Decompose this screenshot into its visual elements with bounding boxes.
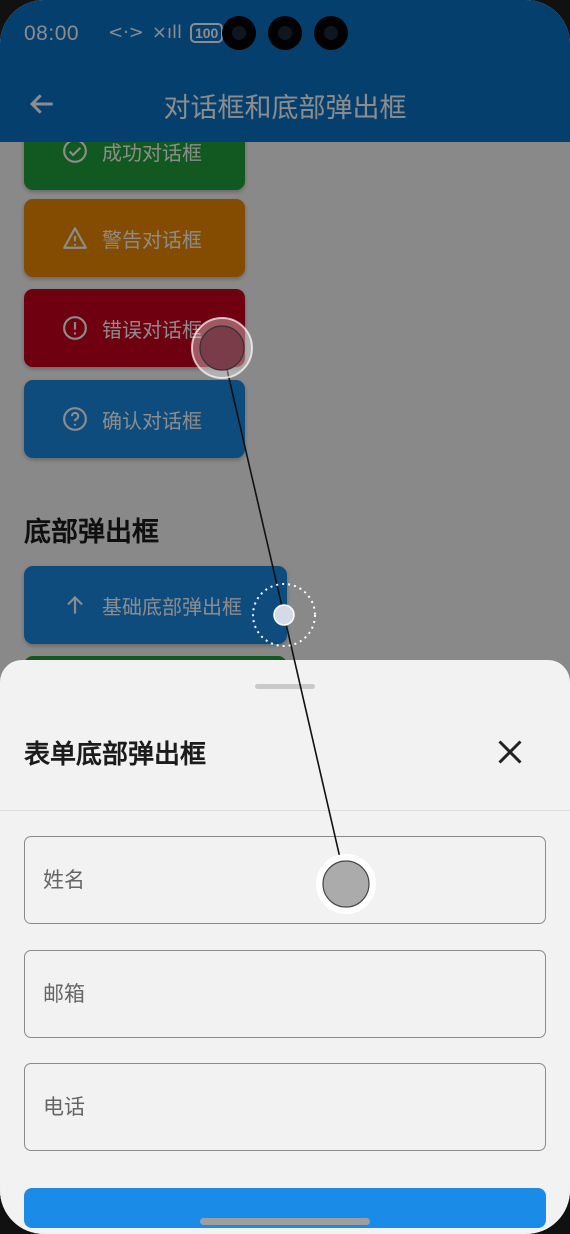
sheet-title: 表单底部弹出框 [24, 740, 207, 770]
drag-handle[interactable] [255, 684, 315, 689]
phone-input[interactable] [25, 1064, 545, 1150]
phone-field[interactable] [24, 1063, 546, 1151]
email-field[interactable] [24, 950, 546, 1038]
email-input[interactable] [25, 951, 545, 1037]
name-field[interactable] [24, 836, 546, 924]
form-bottom-sheet: 表单底部弹出框 [0, 660, 570, 1234]
close-icon[interactable] [492, 734, 528, 770]
name-input[interactable] [25, 837, 545, 923]
home-indicator[interactable] [200, 1218, 370, 1225]
phone-screen: 成功对话框 警告对话框 错误对话框 确认对话框 底部弹出框 基础底部弹出框 08… [0, 0, 570, 1234]
divider [0, 810, 570, 811]
